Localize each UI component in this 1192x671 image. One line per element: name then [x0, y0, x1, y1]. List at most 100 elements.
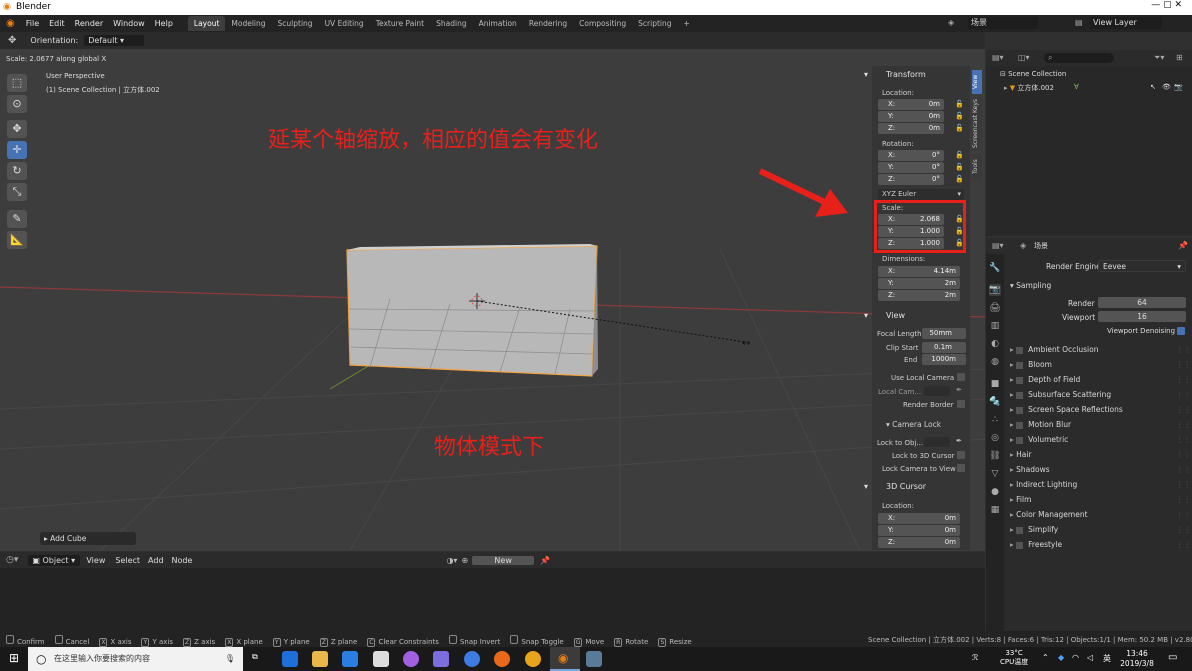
- move-tool-icon[interactable]: ✥: [0, 35, 24, 46]
- section-enable-checkbox[interactable]: [1016, 346, 1024, 354]
- tab-shading[interactable]: Shading: [430, 16, 472, 31]
- section-enable-checkbox[interactable]: [1016, 391, 1024, 399]
- rotation-x-field[interactable]: X: 0°: [878, 150, 944, 161]
- drag-handle-icon[interactable]: ⋮⋮: [1176, 345, 1191, 354]
- pin-icon[interactable]: 📌: [1178, 241, 1188, 250]
- dimension-y-field[interactable]: Y: 2m: [878, 278, 960, 289]
- move-tool-button-icon[interactable]: ✥: [7, 120, 27, 138]
- drag-handle-icon[interactable]: ⋮⋮: [1176, 510, 1191, 519]
- material-slot-icon[interactable]: ◑▾: [446, 556, 457, 565]
- 3d-cursor-header[interactable]: ▾ 3D Cursor: [864, 480, 926, 494]
- menu-render[interactable]: Render: [70, 19, 108, 28]
- tab-tools[interactable]: Tools: [972, 154, 982, 180]
- output-tab-icon[interactable]: 🖨: [989, 302, 1001, 314]
- drag-handle-icon[interactable]: ⋮⋮: [1176, 405, 1191, 414]
- rotation-mode-dropdown[interactable]: XYZ Euler ▾: [878, 189, 964, 200]
- new-collection-icon[interactable]: ⊞: [1176, 53, 1183, 62]
- scene-tab-icon[interactable]: ◐: [989, 338, 1001, 350]
- cursor-y-field[interactable]: Y: 0m: [878, 525, 960, 536]
- lock-to-object-field[interactable]: [924, 437, 950, 447]
- transform-tool-icon[interactable]: ✛: [7, 141, 27, 159]
- physics-tab-icon[interactable]: ◎: [989, 432, 1001, 444]
- section-simplify[interactable]: ▸ Simplify ⋮⋮: [1010, 525, 1191, 534]
- section-volumetric[interactable]: ▸ Volumetric ⋮⋮: [1010, 435, 1191, 444]
- visibility-eye-icon[interactable]: 👁: [1162, 83, 1171, 91]
- window-controls[interactable]: — ▢ ✕: [1151, 0, 1182, 10]
- new-button[interactable]: New: [472, 555, 535, 565]
- tab-rendering[interactable]: Rendering: [523, 16, 573, 31]
- viewport-denoising-checkbox[interactable]: [1177, 327, 1185, 335]
- section-motion-blur[interactable]: ▸ Motion Blur ⋮⋮: [1010, 420, 1191, 429]
- blender-menu-icon[interactable]: ◉: [0, 18, 21, 29]
- scaled-cube[interactable]: [346, 244, 598, 377]
- tab-animation[interactable]: Animation: [473, 16, 523, 31]
- tab-compositing[interactable]: Compositing: [573, 16, 632, 31]
- tray-chevron-icon[interactable]: ⌃: [1042, 653, 1049, 662]
- drag-handle-icon[interactable]: ⋮⋮: [1176, 525, 1191, 534]
- material-tab-icon[interactable]: ●: [989, 486, 1001, 498]
- scale-z-field[interactable]: Z: 1.000: [878, 238, 944, 249]
- section-ambient-occlusion[interactable]: ▸ Ambient Occlusion ⋮⋮: [1010, 345, 1191, 354]
- section-subsurface-scattering[interactable]: ▸ Subsurface Scattering ⋮⋮: [1010, 390, 1191, 399]
- firefox-icon[interactable]: [494, 651, 510, 667]
- volume-icon[interactable]: ◁: [1087, 653, 1093, 662]
- menu-add[interactable]: Add: [144, 556, 168, 565]
- render-tab-icon[interactable]: 📷: [989, 284, 1001, 296]
- add-workspace-button[interactable]: +: [678, 16, 696, 31]
- editor-type-icon[interactable]: ▤▾: [992, 53, 1004, 62]
- annotate-tool-icon[interactable]: ✎: [7, 210, 27, 228]
- section-enable-checkbox[interactable]: [1016, 421, 1024, 429]
- menu-file[interactable]: File: [21, 19, 44, 28]
- lock-icon[interactable]: 🔓: [955, 227, 964, 235]
- lock-camera-to-view-checkbox[interactable]: [957, 464, 965, 472]
- render-camera-icon[interactable]: 📷: [1174, 83, 1183, 91]
- 3d-viewport[interactable]: ↔ Scale: 2.0677 along global X User Pers…: [0, 49, 985, 551]
- clip-start-field[interactable]: 0.1m: [922, 342, 966, 353]
- drag-handle-icon[interactable]: ⋮⋮: [1176, 540, 1191, 549]
- drag-handle-icon[interactable]: ⋮⋮: [1176, 390, 1191, 399]
- rotate-tool-icon[interactable]: ↻: [7, 162, 27, 180]
- lock-icon[interactable]: 🔓: [955, 163, 964, 171]
- section-enable-checkbox[interactable]: [1016, 376, 1024, 384]
- tab-uv-editing[interactable]: UV Editing: [319, 16, 370, 31]
- tab-layout[interactable]: Layout: [187, 16, 226, 31]
- app-icon[interactable]: [525, 651, 541, 667]
- local-camera-field[interactable]: [924, 386, 950, 396]
- lock-icon[interactable]: 🔓: [955, 215, 964, 223]
- editor-type-icon[interactable]: ◷▾: [0, 555, 22, 565]
- render-engine-dropdown[interactable]: Eevee ▾: [1098, 260, 1186, 272]
- section-enable-checkbox[interactable]: [1016, 361, 1024, 369]
- select-toggle-icon[interactable]: ↖: [1150, 83, 1156, 91]
- drag-handle-icon[interactable]: ⋮⋮: [1176, 375, 1191, 384]
- section-enable-checkbox[interactable]: [1016, 436, 1024, 444]
- camera-lock-header[interactable]: ▾ Camera Lock: [886, 420, 941, 429]
- dimension-z-field[interactable]: Z: 2m: [878, 290, 960, 301]
- menu-window[interactable]: Window: [108, 19, 150, 28]
- menu-node[interactable]: Node: [168, 556, 197, 565]
- constraints-tab-icon[interactable]: ⛓: [989, 450, 1001, 462]
- display-mode-icon[interactable]: ◫▾: [1018, 53, 1030, 62]
- scale-tool-icon[interactable]: ⤡: [7, 183, 27, 201]
- section-bloom[interactable]: ▸ Bloom ⋮⋮: [1010, 360, 1191, 369]
- ime-indicator[interactable]: 英: [1103, 653, 1111, 664]
- drag-handle-icon[interactable]: ⋮⋮: [1176, 480, 1191, 489]
- tab-texture-paint[interactable]: Texture Paint: [370, 16, 430, 31]
- eyedropper-icon[interactable]: ✒: [956, 437, 962, 445]
- rotation-z-field[interactable]: Z: 0°: [878, 174, 944, 185]
- drag-handle-icon[interactable]: ⋮⋮: [1176, 360, 1191, 369]
- dimension-x-field[interactable]: X: 4.14m: [878, 266, 960, 277]
- world-tab-icon[interactable]: ◍: [989, 356, 1001, 368]
- texture-tab-icon[interactable]: ▦: [989, 504, 1001, 516]
- taskbar-search-input[interactable]: ○ 在这里输入你要搜索的内容 🎙: [28, 647, 243, 671]
- drag-handle-icon[interactable]: ⋮⋮: [1176, 435, 1191, 444]
- lock-icon[interactable]: 🔓: [955, 124, 964, 132]
- cursor-tool-icon[interactable]: ⊙: [7, 95, 27, 113]
- scene-selector[interactable]: 场景: [968, 17, 1038, 29]
- location-x-field[interactable]: X: 0m: [878, 99, 944, 110]
- lock-icon[interactable]: 🔓: [955, 112, 964, 120]
- drag-handle-icon[interactable]: ⋮⋮: [1176, 420, 1191, 429]
- network-icon[interactable]: ◠: [1072, 653, 1079, 662]
- editor-type-icon[interactable]: ▤▾: [992, 241, 1004, 250]
- clock[interactable]: 13:46 2019/3/8: [1118, 649, 1156, 669]
- use-local-camera-checkbox[interactable]: [957, 373, 965, 381]
